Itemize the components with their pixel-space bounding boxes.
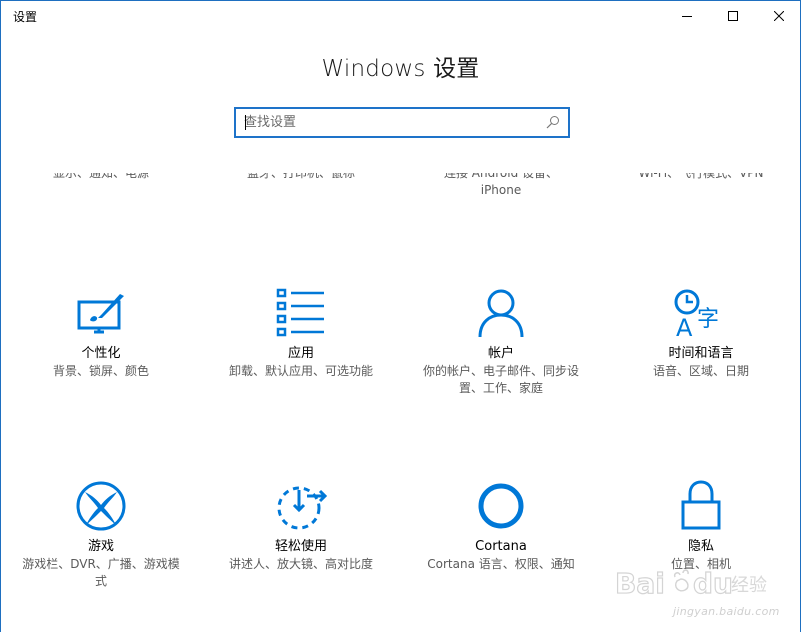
partial-tile-network[interactable]: Wi-Fi、飞行模式、VPN <box>601 173 801 182</box>
tile-desc: 位置、相机 <box>670 557 731 571</box>
tile-desc: 你的帐户、电子邮件、同步设置、工作、家庭 <box>422 364 579 395</box>
tile-name: 隐私 <box>687 539 714 554</box>
privacy-icon <box>681 480 721 530</box>
partial-tile-desc: 蓝牙、打印机、鼠标 <box>246 173 355 180</box>
tile-name: 时间和语言 <box>668 346 734 361</box>
time-language-icon: A 字 <box>674 289 719 338</box>
search-input[interactable] <box>244 113 534 132</box>
partial-tile-desc: 连接 Android 设备、 <box>443 173 559 180</box>
close-icon <box>774 11 784 21</box>
tile-desc: 背景、锁屏、颜色 <box>52 364 149 378</box>
watermark-url: jingyan.baidu.com <box>673 605 780 618</box>
ease-of-access-icon <box>277 486 327 530</box>
tile-ease-of-access[interactable]: 轻松使用 讲述人、放大镜、高对比度 <box>201 476 401 573</box>
tile-desc: 卸载、默认应用、可选功能 <box>228 364 373 378</box>
svg-text:A: A <box>676 314 693 338</box>
maximize-button[interactable] <box>710 1 756 31</box>
tile-desc: Cortana 语言、权限、通知 <box>427 557 575 571</box>
cortana-icon <box>478 483 524 529</box>
tile-name: 应用 <box>287 346 314 361</box>
partial-tile-row: 显示、通知、电源 蓝牙、打印机、鼠标 连接 Android 设备、 iPhone… <box>1 161 800 209</box>
tile-name: Cortana <box>475 539 527 554</box>
maximize-icon <box>728 11 738 21</box>
tile-personalization[interactable]: 个性化 背景、锁屏、颜色 <box>1 283 201 380</box>
tile-desc: 游戏栏、DVR、广播、游戏模式 <box>22 557 180 588</box>
tile-privacy[interactable]: 隐私 位置、相机 <box>601 476 801 573</box>
partial-tile-phone[interactable]: 连接 Android 设备、 iPhone <box>401 173 601 199</box>
text-caret <box>245 115 246 130</box>
gaming-icon <box>76 481 126 531</box>
partial-tile-devices[interactable]: 蓝牙、打印机、鼠标 <box>201 173 401 182</box>
search-box[interactable] <box>234 107 570 138</box>
svg-text:字: 字 <box>697 307 719 332</box>
tile-gaming[interactable]: 游戏 游戏栏、DVR、广播、游戏模式 <box>1 476 201 590</box>
title-bar: 设置 <box>1 1 800 31</box>
personalization-icon <box>77 294 124 334</box>
partial-tile-desc-2: iPhone <box>480 183 522 197</box>
accounts-icon <box>478 289 524 338</box>
tile-cortana[interactable]: Cortana Cortana 语言、权限、通知 <box>401 476 601 573</box>
page-title: Windows 设置 <box>321 56 480 82</box>
tile-apps[interactable]: 应用 卸载、默认应用、可选功能 <box>201 283 401 380</box>
minimize-icon <box>682 16 692 17</box>
tile-name: 个性化 <box>81 346 121 361</box>
tile-accounts[interactable]: 帐户 你的帐户、电子邮件、同步设置、工作、家庭 <box>401 283 601 397</box>
partial-tile-system[interactable]: 显示、通知、电源 <box>1 173 201 182</box>
tile-desc: 语音、区域、日期 <box>652 364 749 378</box>
window-title: 设置 <box>13 10 38 24</box>
tile-time-language[interactable]: A 字 时间和语言 语音、区域、日期 <box>601 283 801 380</box>
settings-window: 设置 Windows 设置 显示、通知、电源 蓝牙、打印机、鼠标 连接 Andr… <box>0 0 801 632</box>
partial-tile-desc: 显示、通知、电源 <box>52 173 149 180</box>
tile-name: 帐户 <box>487 346 514 361</box>
search-icon[interactable] <box>546 115 560 129</box>
tile-name: 轻松使用 <box>274 539 327 554</box>
svg-text:经验: 经验 <box>731 575 767 596</box>
partial-tile-desc: Wi-Fi、飞行模式、VPN <box>638 173 764 180</box>
minimize-button[interactable] <box>664 1 710 31</box>
close-button[interactable] <box>756 1 801 31</box>
apps-icon <box>276 288 324 337</box>
tile-name: 游戏 <box>87 539 114 554</box>
tile-desc: 讲述人、放大镜、高对比度 <box>228 557 373 571</box>
